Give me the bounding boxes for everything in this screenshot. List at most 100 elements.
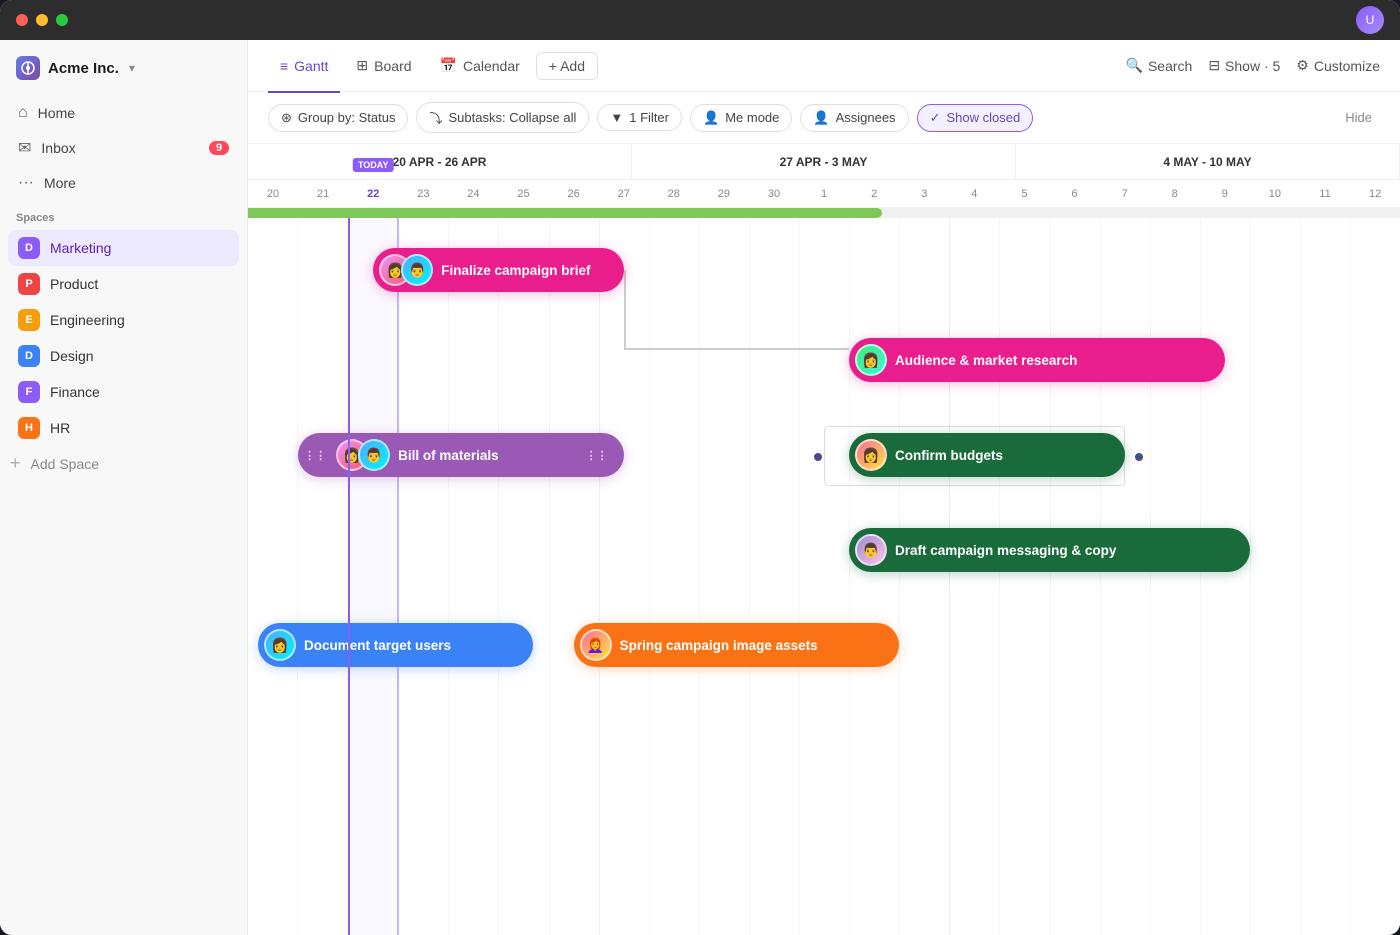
task-label: Document target users (304, 638, 451, 653)
col-6 (550, 218, 600, 935)
avatar-5: 👨 (855, 534, 887, 566)
col-8 (650, 218, 700, 935)
col-19 (1201, 218, 1251, 935)
marketing-label: Marketing (50, 240, 111, 256)
subtask-icon: ⤵ (429, 108, 442, 127)
avatar-b: 👨 (358, 439, 390, 471)
task-audience-market-research[interactable]: 👩 Audience & market research (849, 338, 1225, 382)
task-label: Draft campaign messaging & copy (895, 543, 1116, 558)
today-label: TODAY (353, 158, 394, 172)
col-0 (248, 218, 298, 935)
dep-line-1h (624, 348, 849, 350)
sidebar-nav: ⌂ Home ✉ Inbox 9 ··· More (0, 96, 247, 200)
day-9: 9 (1200, 180, 1250, 207)
sidebar-item-hr[interactable]: H HR (8, 410, 239, 446)
show-closed-chip[interactable]: ✓ Show closed (917, 104, 1034, 132)
day-25: 25 (498, 180, 548, 207)
hr-badge: H (18, 417, 40, 439)
show-label: Show · 5 (1225, 58, 1280, 74)
plus-icon: + (10, 453, 21, 474)
gantt-label: Gantt (294, 58, 328, 74)
task-finalize-campaign-brief[interactable]: 👩 👨 Finalize campaign brief (373, 248, 623, 292)
day-21: 21 (298, 180, 348, 207)
show-button[interactable]: ⊟ Show · 5 (1208, 57, 1280, 74)
tab-calendar[interactable]: 📅 Calendar (428, 51, 532, 80)
task-label: Confirm budgets (895, 448, 1003, 463)
sidebar-item-marketing[interactable]: D Marketing (8, 230, 239, 266)
col-5 (499, 218, 549, 935)
task-spring-campaign-image-assets[interactable]: 👩‍🦰 Spring campaign image assets (574, 623, 900, 667)
more-label: More (44, 175, 76, 191)
date-group-2: 27 APR - 3 MAY (632, 144, 1016, 179)
day-10: 10 (1250, 180, 1300, 207)
today-line (348, 218, 350, 935)
avatar-3: 👩 (855, 344, 887, 376)
logo-icon (16, 56, 40, 80)
filter-bar: ⊛ Group by: Status ⤵ Subtasks: Collapse … (248, 92, 1400, 144)
add-space-label: Add Space (31, 456, 100, 472)
col-15 (1000, 218, 1050, 935)
close-button[interactable] (16, 14, 28, 26)
task-bill-of-materials[interactable]: ⋮⋮ 👩 👨 Bill of materials ⋮⋮ (298, 433, 624, 477)
task-draft-campaign-messaging[interactable]: 👨 Draft campaign messaging & copy (849, 528, 1250, 572)
home-icon: ⌂ (18, 104, 28, 122)
day-numbers-row: 20 21 22 TODAY 23 24 25 26 27 28 29 30 (248, 180, 1400, 208)
sidebar-item-product[interactable]: P Product (8, 266, 239, 302)
filter-chip[interactable]: ▼ 1 Filter (597, 104, 682, 131)
me-mode-chip[interactable]: 👤 Me mode (690, 104, 792, 132)
sidebar-item-more[interactable]: ··· More (8, 166, 239, 200)
add-view-button[interactable]: + Add (536, 52, 598, 80)
app-window: U Acme Inc. ▾ ⌂ Home ✉ Inbox 9 (0, 0, 1400, 935)
tab-gantt[interactable]: ≡ Gantt (268, 52, 340, 80)
add-view-label: + Add (549, 58, 585, 74)
search-button[interactable]: 🔍 Search (1126, 57, 1193, 74)
hide-button[interactable]: Hide (1337, 105, 1380, 130)
day-30: 30 (749, 180, 799, 207)
filter-icon: ▼ (610, 110, 623, 125)
customize-label: Customize (1314, 58, 1380, 74)
titlebar: U (0, 0, 1400, 40)
task-document-target-users[interactable]: 👩 Document target users (258, 623, 533, 667)
customize-button[interactable]: ⚙ Customize (1296, 57, 1380, 74)
day-4: 4 (949, 180, 999, 207)
maximize-button[interactable] (56, 14, 68, 26)
subtasks-chip[interactable]: ⤵ Subtasks: Collapse all (416, 102, 589, 133)
user-avatar[interactable]: U (1356, 6, 1384, 34)
avatar-7: 👩‍🦰 (580, 629, 612, 661)
date-group-1: 20 APR - 26 APR (248, 144, 632, 179)
gantt-scroll[interactable]: 👩 👨 Finalize campaign brief 👩 (248, 218, 1400, 935)
assignees-chip[interactable]: 👤 Assignees (800, 104, 908, 132)
day-24: 24 (448, 180, 498, 207)
group-by-status-chip[interactable]: ⊛ Group by: Status (268, 104, 408, 132)
search-label: Search (1148, 58, 1192, 74)
col-21 (1301, 218, 1351, 935)
day-22: 22 TODAY (348, 180, 398, 207)
home-label: Home (38, 105, 75, 121)
sidebar-item-design[interactable]: D Design (8, 338, 239, 374)
sidebar-logo[interactable]: Acme Inc. ▾ (0, 56, 247, 96)
engineering-label: Engineering (50, 312, 125, 328)
sidebar-item-engineering[interactable]: E Engineering (8, 302, 239, 338)
drag-left[interactable]: ⋮⋮ (304, 449, 326, 462)
col-17 (1101, 218, 1151, 935)
gantt-grid (248, 218, 1400, 935)
task-confirm-budgets[interactable]: 👩 Confirm budgets (849, 433, 1124, 477)
dot-right (1135, 453, 1143, 461)
col-1 (298, 218, 348, 935)
spaces-list: D Marketing P Product E Engineering D De… (0, 230, 247, 446)
finance-badge: F (18, 381, 40, 403)
sidebar-item-home[interactable]: ⌂ Home (8, 96, 239, 130)
tab-board[interactable]: ⊞ Board (344, 51, 423, 80)
assignees-icon: 👤 (813, 110, 829, 126)
sidebar-item-finance[interactable]: F Finance (8, 374, 239, 410)
drag-right[interactable]: ⋮⋮ (586, 449, 608, 462)
sidebar-item-inbox[interactable]: ✉ Inbox 9 (8, 130, 239, 166)
calendar-icon: 📅 (440, 57, 457, 74)
add-space-button[interactable]: + Add Space (0, 446, 247, 481)
task-label: Spring campaign image assets (620, 638, 818, 653)
col-22 (1351, 218, 1400, 935)
col-14 (950, 218, 1000, 935)
minimize-button[interactable] (36, 14, 48, 26)
me-mode-label: Me mode (725, 110, 779, 125)
task-label: Finalize campaign brief (441, 263, 590, 278)
